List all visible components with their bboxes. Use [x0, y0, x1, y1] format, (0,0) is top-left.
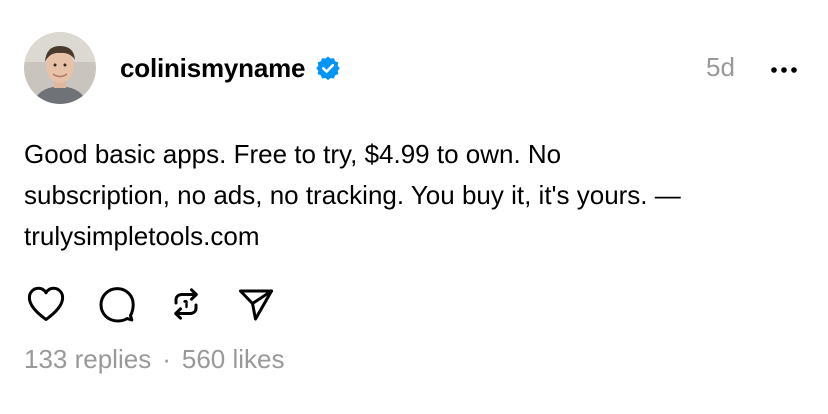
replies-count[interactable]: 133 replies	[24, 344, 151, 375]
avatar[interactable]	[24, 32, 96, 104]
share-button[interactable]	[234, 282, 278, 326]
post-actions	[24, 282, 278, 326]
post-stats: 133 replies · 560 likes	[24, 344, 285, 375]
username[interactable]: colinismyname	[120, 53, 305, 84]
repost-button[interactable]	[164, 282, 208, 326]
comment-icon	[99, 287, 135, 323]
verified-badge-icon	[315, 55, 341, 81]
like-button[interactable]	[24, 282, 68, 326]
post-text-line: subscription, no ads, no tracking. You b…	[24, 180, 681, 210]
send-icon	[239, 289, 273, 321]
post-text-line[interactable]: trulysimpletools.com	[24, 216, 814, 257]
reply-button[interactable]	[94, 282, 138, 326]
post-timestamp: 5d	[706, 52, 735, 82]
post-header: colinismyname	[120, 50, 341, 86]
heart-icon	[27, 286, 65, 321]
more-horizontal-icon	[771, 67, 797, 73]
post-text-line: Good basic apps. Free to try, $4.99 to o…	[24, 139, 562, 169]
post-body: Good basic apps. Free to try, $4.99 to o…	[24, 134, 814, 257]
likes-count[interactable]: 560 likes	[182, 344, 285, 375]
more-options-button[interactable]	[764, 56, 804, 84]
repost-icon	[174, 288, 198, 320]
stats-separator: ·	[162, 344, 171, 374]
